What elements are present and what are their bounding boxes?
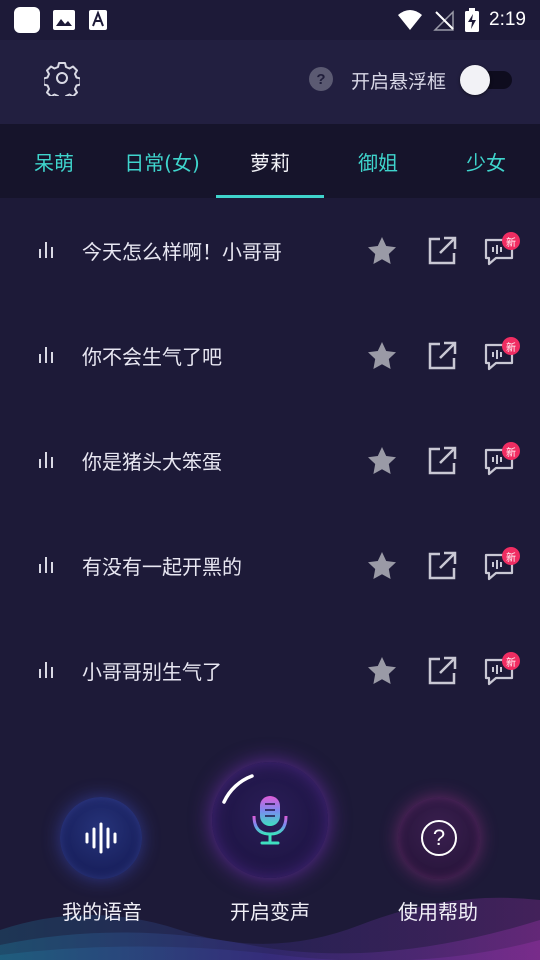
voice-text: 你不会生气了吧 xyxy=(82,345,222,369)
wifi-icon xyxy=(398,10,423,30)
question-circle-icon: ? xyxy=(421,820,457,856)
new-badge: 新 xyxy=(502,652,520,670)
top-header: ? 开启悬浮框 xyxy=(0,40,540,124)
audio-bars-icon xyxy=(39,242,57,258)
star-icon[interactable] xyxy=(366,655,398,687)
share-icon[interactable] xyxy=(426,235,458,267)
my-voice-button[interactable] xyxy=(60,797,142,879)
voice-list: 今天怎么样啊！小哥哥 新 你不会生气了吧 新 你是猪头大笨蛋 新 有没有一起开黑… xyxy=(0,198,540,723)
voice-text: 今天怎么样啊！小哥哥 xyxy=(82,240,282,264)
my-voice-label: 我的语音 xyxy=(62,900,142,924)
star-icon[interactable] xyxy=(366,340,398,372)
tab-loli[interactable]: 萝莉 xyxy=(216,124,324,198)
voice-text: 小哥哥别生气了 xyxy=(82,660,222,684)
tab-daimeng[interactable]: 呆萌 xyxy=(0,124,108,198)
list-item[interactable]: 今天怎么样啊！小哥哥 新 xyxy=(0,198,540,303)
list-item[interactable]: 小哥哥别生气了 新 xyxy=(0,618,540,723)
audio-bars-icon xyxy=(39,662,57,678)
sound-wave-icon xyxy=(85,822,117,854)
share-icon[interactable] xyxy=(426,340,458,372)
tab-daily-female[interactable]: 日常(女) xyxy=(108,124,216,198)
use-help-button[interactable]: ? xyxy=(398,797,480,879)
star-icon[interactable] xyxy=(366,445,398,477)
battery-charging-icon xyxy=(465,8,480,32)
tab-yujie[interactable]: 御姐 xyxy=(324,124,432,198)
list-item[interactable]: 有没有一起开黑的 新 xyxy=(0,513,540,618)
share-icon[interactable] xyxy=(426,655,458,687)
new-badge: 新 xyxy=(502,442,520,460)
app-square-icon xyxy=(14,7,40,33)
voice-text: 有没有一起开黑的 xyxy=(82,555,242,579)
list-item[interactable]: 你是猪头大笨蛋 新 xyxy=(0,408,540,513)
gear-icon[interactable] xyxy=(44,60,80,96)
list-item[interactable]: 你不会生气了吧 新 xyxy=(0,303,540,408)
start-voice-change-button[interactable] xyxy=(212,762,328,878)
voice-text: 你是猪头大笨蛋 xyxy=(82,450,222,474)
new-badge: 新 xyxy=(502,232,520,250)
start-voice-label: 开启变声 xyxy=(230,900,310,924)
audio-bars-icon xyxy=(39,452,57,468)
question-icon[interactable]: ? xyxy=(309,67,333,91)
new-badge: 新 xyxy=(502,547,520,565)
tab-shaonv[interactable]: 少女 xyxy=(432,124,540,198)
share-icon[interactable] xyxy=(426,445,458,477)
audio-bars-icon xyxy=(39,347,57,363)
star-icon[interactable] xyxy=(366,550,398,582)
no-signal-icon xyxy=(433,10,454,31)
new-badge: 新 xyxy=(502,337,520,355)
audio-bars-icon xyxy=(39,557,57,573)
star-icon[interactable] xyxy=(366,235,398,267)
status-bar: 2:19 xyxy=(0,0,540,40)
float-window-label: 开启悬浮框 xyxy=(351,71,447,93)
share-icon[interactable] xyxy=(426,550,458,582)
help-label: 使用帮助 xyxy=(398,900,478,924)
image-icon xyxy=(53,10,75,30)
category-tabs: 呆萌 日常(女) 萝莉 御姐 少女 xyxy=(0,124,540,198)
clock: 2:19 xyxy=(489,9,526,30)
float-window-toggle[interactable] xyxy=(460,65,512,95)
font-icon xyxy=(89,10,107,30)
progress-arc xyxy=(222,774,254,804)
toggle-knob xyxy=(460,65,490,95)
